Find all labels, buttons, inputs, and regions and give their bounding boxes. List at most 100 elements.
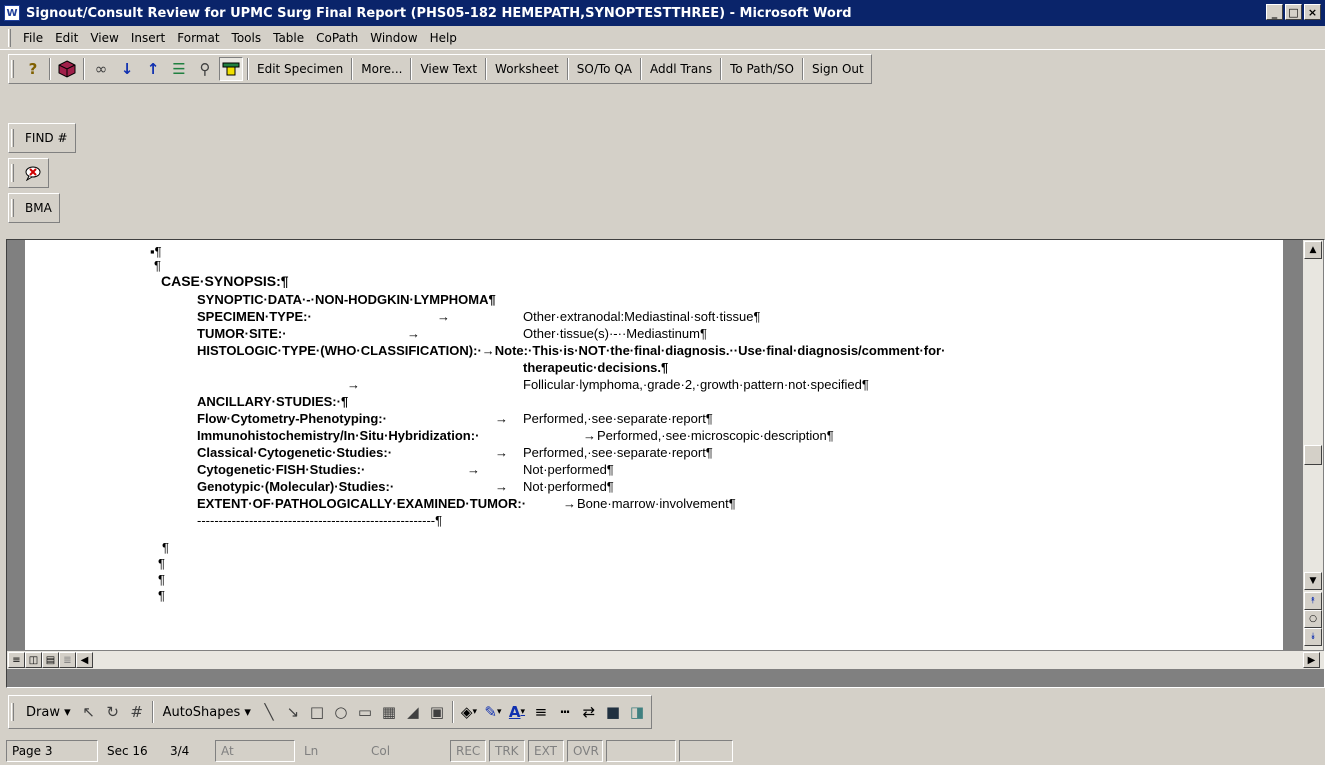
word-icon[interactable]: W bbox=[4, 5, 20, 21]
3d-icon[interactable]: ◨ bbox=[625, 700, 649, 724]
vertical-scrollbar[interactable]: ▲ ▼ ⯭ ○ ⯯ bbox=[1303, 240, 1323, 650]
diagram-icon[interactable]: ◢ bbox=[401, 700, 425, 724]
menu-table[interactable]: Table bbox=[267, 29, 310, 47]
oval-icon[interactable]: ○ bbox=[329, 700, 353, 724]
menu-insert[interactable]: Insert bbox=[125, 29, 171, 47]
arrow-down-icon[interactable]: ↓ bbox=[115, 57, 139, 81]
histologic-type-line-cont: therapeutic·decisions.¶ bbox=[523, 360, 669, 375]
menu-view[interactable]: View bbox=[84, 29, 124, 47]
rectangle-icon[interactable]: □ bbox=[305, 700, 329, 724]
arrow-icon[interactable]: ↘ bbox=[281, 700, 305, 724]
document-page[interactable]: ▪¶ ¶ CASE·SYNOPSIS:¶ SYNOPTIC·DATA·-·NON… bbox=[25, 240, 1283, 650]
doc-line: ▪¶ bbox=[150, 244, 162, 259]
textbox-icon[interactable]: ▭ bbox=[353, 700, 377, 724]
worksheet-button[interactable]: Worksheet bbox=[490, 59, 564, 79]
shadow-icon[interactable]: ■ bbox=[601, 700, 625, 724]
close-button[interactable]: × bbox=[1304, 4, 1321, 20]
wordart-icon[interactable]: ▦ bbox=[377, 700, 401, 724]
more-button[interactable]: More... bbox=[356, 59, 407, 79]
toolbar-separator bbox=[720, 58, 723, 80]
list-icon[interactable]: ☰ bbox=[167, 57, 191, 81]
toolbar-grip[interactable] bbox=[8, 28, 11, 47]
status-ln[interactable]: Ln bbox=[298, 740, 362, 762]
menu-help[interactable]: Help bbox=[424, 29, 463, 47]
status-language[interactable] bbox=[606, 739, 676, 762]
rotate-icon[interactable]: ↻ bbox=[101, 700, 125, 724]
find-button[interactable]: FIND # bbox=[20, 128, 73, 148]
grid-icon[interactable]: # bbox=[125, 700, 149, 724]
menu-bar: File Edit View Insert Format Tools Table… bbox=[0, 26, 1325, 50]
maximize-button[interactable]: □ bbox=[1285, 4, 1302, 20]
draw-menu-button[interactable]: Draw ▾ bbox=[20, 702, 77, 723]
status-col[interactable]: Col bbox=[365, 740, 447, 762]
next-page-icon[interactable]: ⯯ bbox=[1304, 628, 1322, 646]
font-color-icon[interactable]: A ▾ bbox=[505, 700, 529, 724]
bma-toolbar-row: BMA bbox=[0, 191, 60, 225]
toolbar-grip[interactable] bbox=[11, 199, 14, 217]
highlight-icon[interactable] bbox=[219, 57, 243, 81]
cube-icon[interactable] bbox=[55, 57, 79, 81]
clipart-icon[interactable]: ▣ bbox=[425, 700, 449, 724]
menu-edit[interactable]: Edit bbox=[49, 29, 84, 47]
specimen-type-value: Other·extranodal:Mediastinal·soft·tissue… bbox=[523, 309, 761, 324]
autoshapes-menu-button[interactable]: AutoShapes ▾ bbox=[157, 702, 257, 723]
toolbar-grip[interactable] bbox=[11, 60, 14, 78]
line-color-icon[interactable]: ✎ ▾ bbox=[481, 700, 505, 724]
tab-arrow: → bbox=[437, 309, 450, 324]
normal-view-icon[interactable]: ≡ bbox=[8, 652, 25, 668]
web-layout-icon[interactable]: ◫ bbox=[25, 652, 42, 668]
menu-format[interactable]: Format bbox=[171, 29, 225, 47]
bma-button[interactable]: BMA bbox=[20, 198, 57, 218]
question-icon[interactable]: ? bbox=[21, 57, 45, 81]
arrow-up-icon[interactable]: ↑ bbox=[141, 57, 165, 81]
so-to-qa-button[interactable]: SO/To QA bbox=[572, 59, 637, 79]
previous-page-icon[interactable]: ⯭ bbox=[1304, 592, 1322, 610]
glasses-icon[interactable]: ∞ bbox=[89, 57, 113, 81]
menu-copath[interactable]: CoPath bbox=[310, 29, 364, 47]
toolbar-grip[interactable] bbox=[11, 129, 14, 147]
doc-line: ¶ bbox=[154, 258, 161, 273]
menu-file[interactable]: File bbox=[17, 29, 49, 47]
run-icon[interactable]: ⚲ bbox=[193, 57, 217, 81]
separator-line: ----------------------------------------… bbox=[197, 513, 443, 528]
speech-bubble-icon[interactable] bbox=[21, 161, 45, 185]
line-icon[interactable]: ╲ bbox=[257, 700, 281, 724]
status-spelling[interactable] bbox=[679, 739, 733, 762]
scroll-right-icon[interactable]: ▶ bbox=[1303, 652, 1320, 668]
drawing-toolbar: Draw ▾ ↖ ↻ # AutoShapes ▾ ╲ ↘ □ ○ ▭ ▦ ◢ … bbox=[0, 690, 1325, 734]
toolbar-grip[interactable] bbox=[11, 703, 14, 721]
status-ext[interactable]: EXT bbox=[528, 739, 564, 762]
outline-view-icon[interactable]: ≣ bbox=[59, 652, 76, 668]
toolbar-separator bbox=[485, 58, 488, 80]
histologic-type-line: HISTOLOGIC·TYPE·(WHO·CLASSIFICATION):·→N… bbox=[197, 343, 946, 358]
toolbar-grip[interactable] bbox=[11, 164, 14, 182]
menu-tools[interactable]: Tools bbox=[226, 29, 268, 47]
scroll-left-icon[interactable]: ◀ bbox=[76, 652, 93, 668]
arrow-style-icon[interactable]: ⇄ bbox=[577, 700, 601, 724]
status-trk[interactable]: TRK bbox=[489, 739, 525, 762]
print-layout-icon[interactable]: ▤ bbox=[42, 652, 59, 668]
status-section[interactable]: Sec 16 bbox=[101, 740, 161, 762]
view-text-button[interactable]: View Text bbox=[415, 59, 482, 79]
scroll-thumb[interactable] bbox=[1304, 445, 1322, 465]
horizontal-scrollbar[interactable]: ≡ ◫ ▤ ≣ ◀ ▶ bbox=[7, 650, 1324, 669]
status-at[interactable]: At bbox=[215, 739, 295, 762]
select-browse-object-icon[interactable]: ○ bbox=[1304, 610, 1322, 628]
status-pages[interactable]: 3/4 bbox=[164, 740, 212, 762]
line-style-icon[interactable]: ≡ bbox=[529, 700, 553, 724]
menu-window[interactable]: Window bbox=[364, 29, 423, 47]
scroll-up-icon[interactable]: ▲ bbox=[1304, 241, 1322, 259]
edit-specimen-button[interactable]: Edit Specimen bbox=[252, 59, 348, 79]
status-page[interactable]: Page 3 bbox=[6, 739, 98, 762]
cursor-icon[interactable]: ↖ bbox=[77, 700, 101, 724]
sign-out-button[interactable]: Sign Out bbox=[807, 59, 869, 79]
addl-trans-button[interactable]: Addl Trans bbox=[645, 59, 717, 79]
to-path-so-button[interactable]: To Path/SO bbox=[725, 59, 799, 79]
classical-cytogenetic-label: Classical·Cytogenetic·Studies:· bbox=[197, 445, 393, 460]
minimize-button[interactable]: _ bbox=[1266, 4, 1283, 20]
status-rec[interactable]: REC bbox=[450, 739, 486, 762]
dash-style-icon[interactable]: ┅ bbox=[553, 700, 577, 724]
status-ovr[interactable]: OVR bbox=[567, 739, 603, 762]
fill-color-icon[interactable]: ◈ ▾ bbox=[457, 700, 481, 724]
scroll-down-icon[interactable]: ▼ bbox=[1304, 572, 1322, 590]
